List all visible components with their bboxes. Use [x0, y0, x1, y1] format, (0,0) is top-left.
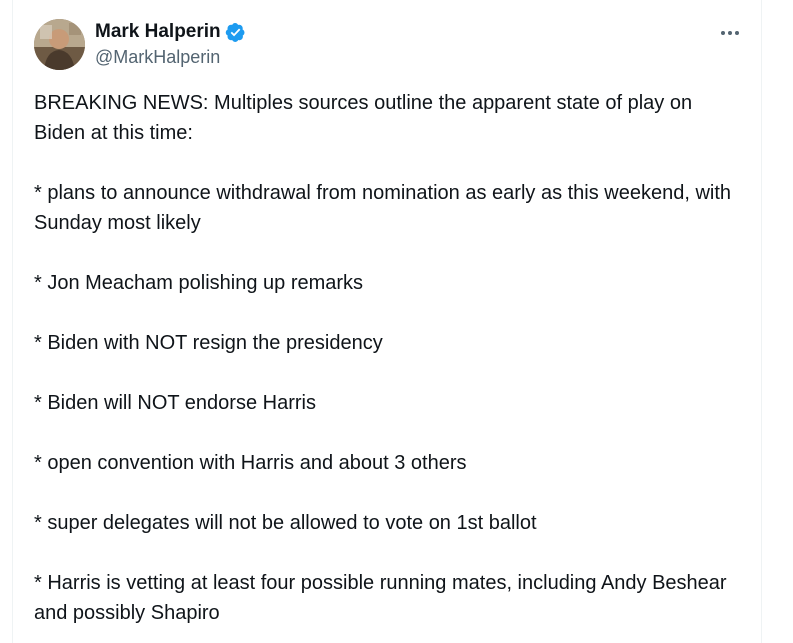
tweet-paragraph: * Biden with NOT resign the presidency — [34, 332, 383, 354]
tweet-paragraph: * super delegates will not be allowed to… — [34, 512, 537, 534]
tweet-paragraph: BREAKING NEWS: Multiples sources outline… — [34, 92, 693, 144]
tweet-paragraph: * open convention with Harris and about … — [34, 452, 467, 474]
author-display-name[interactable]: Mark Halperin — [95, 20, 221, 44]
author-avatar[interactable] — [34, 19, 85, 70]
tweet-paragraph: * Jon Meacham polishing up remarks — [34, 272, 364, 294]
tweet-text: BREAKING NEWS: Multiples sources outline… — [34, 88, 746, 628]
author-name-row: Mark Halperin — [95, 20, 246, 44]
more-options-icon — [721, 31, 739, 35]
avatar-photo-icon — [34, 19, 85, 70]
tweet-paragraph: * plans to announce withdrawal from nomi… — [34, 182, 732, 234]
tweet-card: Mark Halperin @MarkHalperin BREAKING NEW… — [12, 0, 762, 643]
verified-badge-icon — [225, 22, 245, 42]
author-handle[interactable]: @MarkHalperin — [95, 46, 220, 68]
tweet-paragraph: * Biden will NOT endorse Harris — [34, 392, 316, 414]
more-options-button[interactable] — [713, 20, 747, 46]
tweet-paragraph: * Harris is vetting at least four possib… — [34, 572, 727, 624]
